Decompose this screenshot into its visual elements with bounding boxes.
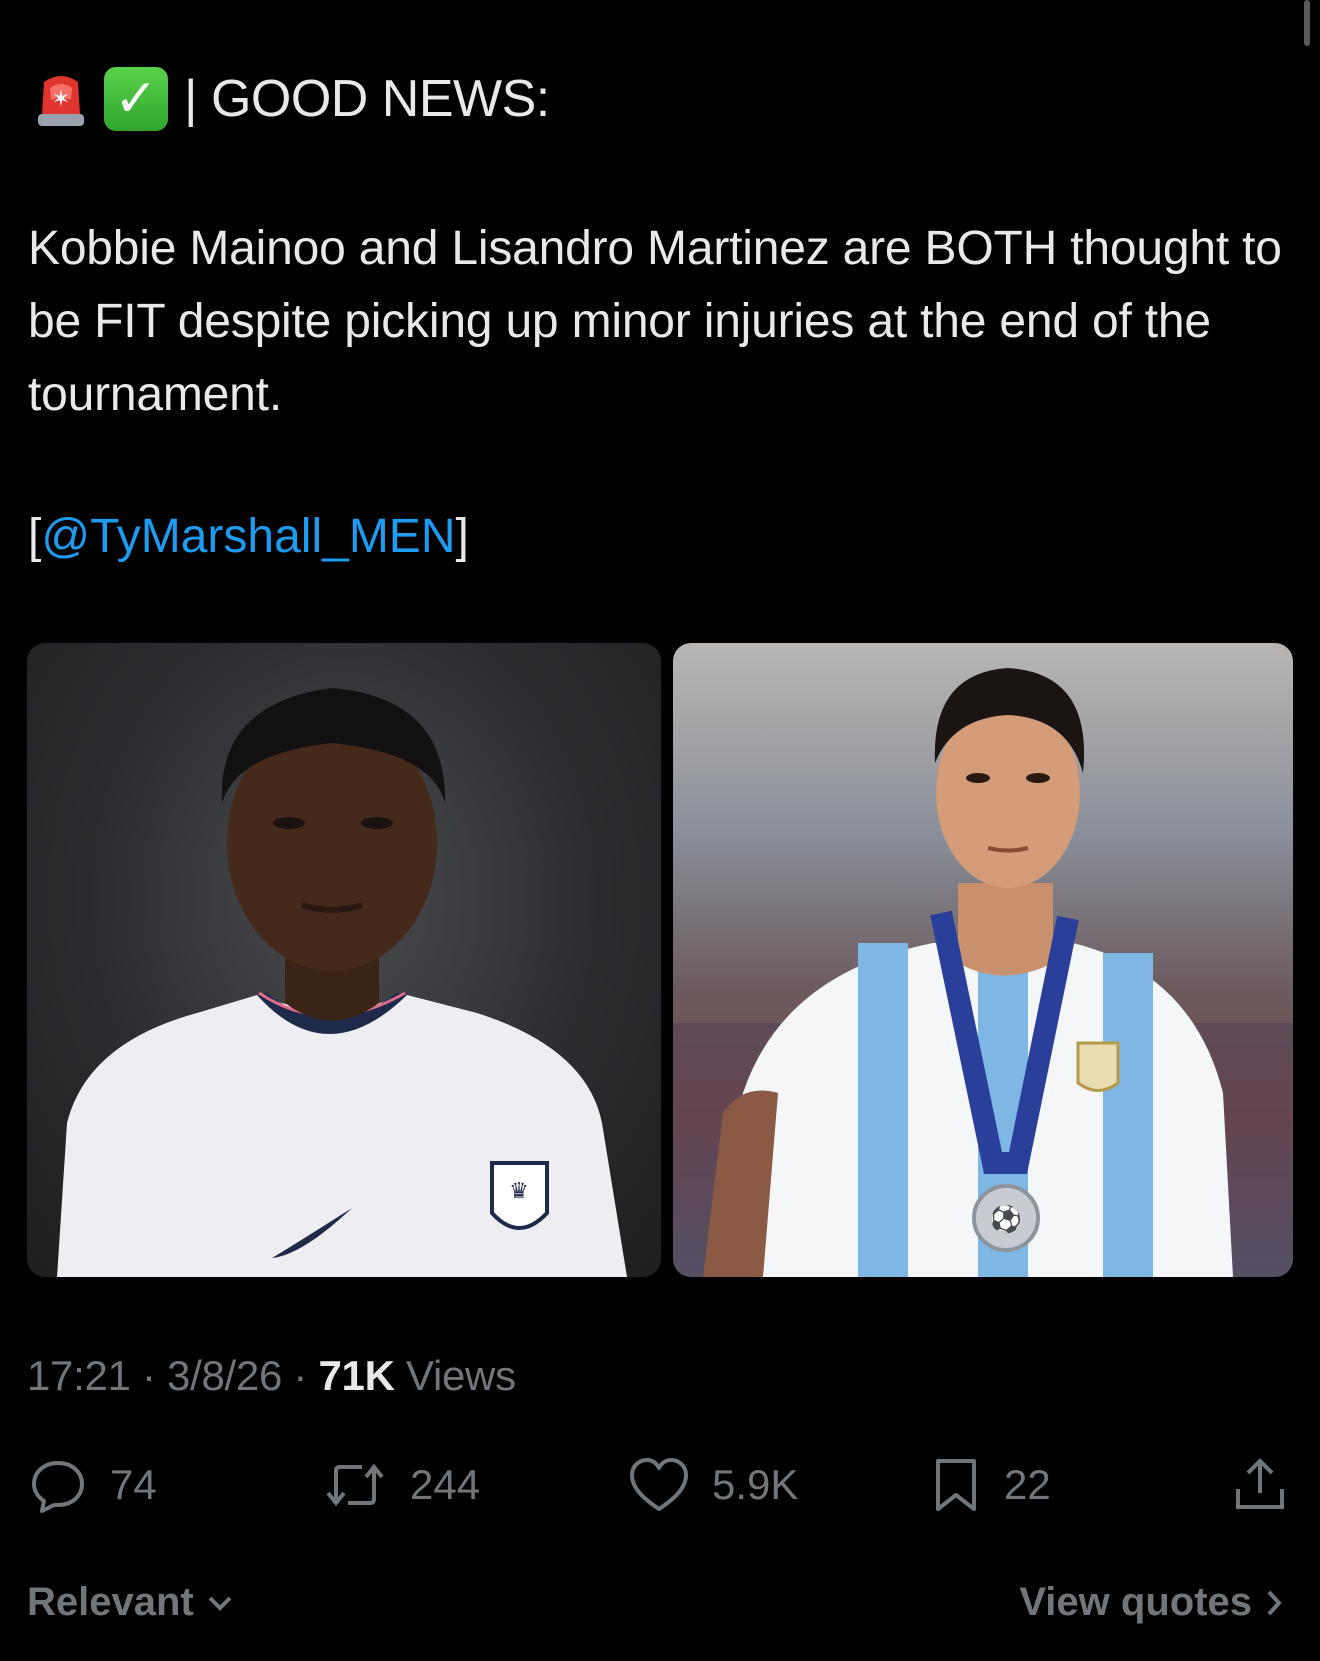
like-button[interactable]: 5.9K bbox=[628, 1450, 798, 1520]
reply-footer: Relevant View quotes bbox=[0, 1580, 1320, 1640]
svg-text:✶: ✶ bbox=[52, 87, 70, 112]
bracket-close: ] bbox=[455, 510, 469, 563]
views-count: 71K bbox=[318, 1352, 395, 1399]
view-quotes-label: View quotes bbox=[1019, 1580, 1252, 1624]
tweet-headline: ✶ ✓ | GOOD NEWS: bbox=[36, 62, 550, 136]
siren-emoji-icon: ✶ bbox=[36, 70, 86, 128]
svg-text:♛: ♛ bbox=[509, 1179, 529, 1204]
repost-count: 244 bbox=[410, 1461, 481, 1508]
sort-label: Relevant bbox=[27, 1580, 194, 1624]
tweet-meta: 17:21 · 3/8/26 · 71K Views bbox=[27, 1352, 516, 1400]
photo-player-england[interactable]: ♛ bbox=[27, 643, 661, 1277]
repost-button[interactable]: 244 bbox=[322, 1450, 480, 1520]
meta-separator: · bbox=[141, 1352, 168, 1399]
tweet-body: Kobbie Mainoo and Lisandro Martinez are … bbox=[28, 222, 1282, 421]
heart-icon bbox=[630, 1458, 688, 1511]
tweet-date[interactable]: 3/8/26 bbox=[167, 1352, 282, 1399]
bracket-open: [ bbox=[28, 510, 42, 563]
reply-count: 74 bbox=[110, 1461, 157, 1508]
reply-icon bbox=[32, 1461, 84, 1513]
svg-text:⚽: ⚽ bbox=[989, 1204, 1022, 1235]
bookmark-count: 22 bbox=[1004, 1461, 1051, 1508]
photo-player-argentina[interactable]: ⚽ bbox=[673, 643, 1293, 1277]
bookmark-button[interactable]: 22 bbox=[930, 1450, 1051, 1520]
scroll-indicator[interactable] bbox=[1304, 0, 1310, 46]
chevron-down-icon bbox=[208, 1596, 232, 1611]
mention-link[interactable]: @TyMarshall_MEN bbox=[41, 510, 455, 563]
check-mark-emoji-icon: ✓ bbox=[104, 67, 168, 131]
like-count: 5.9K bbox=[712, 1461, 799, 1508]
action-bar: 74 244 5.9K 22 bbox=[0, 1450, 1320, 1520]
share-icon bbox=[1236, 1458, 1284, 1509]
share-button[interactable] bbox=[1232, 1450, 1288, 1520]
mention-line: [@TyMarshall_MEN] bbox=[28, 500, 469, 573]
headline-text: | GOOD NEWS: bbox=[184, 70, 550, 128]
bookmark-icon bbox=[936, 1459, 976, 1511]
tweet-time[interactable]: 17:21 bbox=[27, 1352, 131, 1399]
sort-dropdown[interactable]: Relevant bbox=[27, 1580, 234, 1625]
repost-icon bbox=[326, 1463, 384, 1507]
chevron-right-icon bbox=[1267, 1590, 1282, 1615]
reply-button[interactable]: 74 bbox=[28, 1450, 157, 1520]
view-quotes-link[interactable]: View quotes bbox=[1019, 1580, 1284, 1625]
meta-separator: · bbox=[293, 1352, 319, 1399]
views-label: Views bbox=[406, 1352, 516, 1399]
